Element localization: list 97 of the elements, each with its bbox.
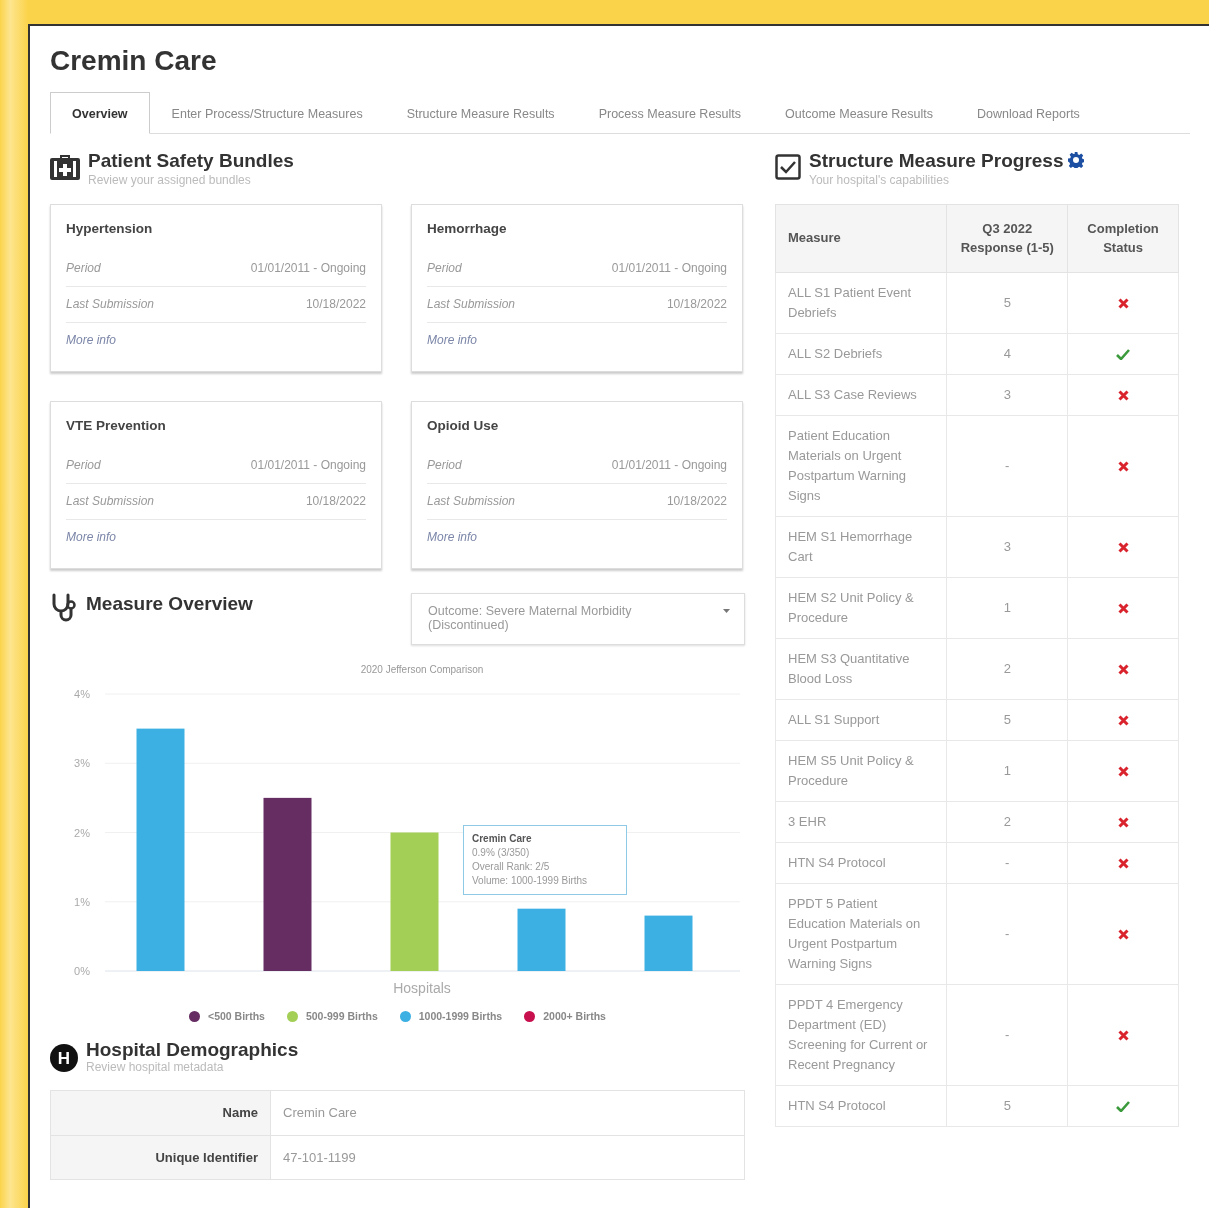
table-cell: HTN S4 Protocol — [775, 842, 947, 884]
table-cell: HTN S4 Protocol — [775, 1085, 947, 1127]
table-cell: 1 — [946, 577, 1068, 639]
legend-label: 500-999 Births — [305, 1008, 378, 1024]
table-cell: 3 — [946, 516, 1068, 578]
field-value: 01/01/2011 - Ongoing — [250, 456, 366, 474]
field-value: 10/18/2022 — [666, 295, 727, 313]
more-info-link[interactable]: More info — [66, 330, 117, 349]
hospital-icon: H — [50, 1044, 78, 1073]
dropdown-select[interactable]: Outcome: Severe Maternal Morbidity (Discontinued) — [411, 592, 745, 645]
table-cell: PPDT 4 Emergency Department (ED) Screening for Current or Recent Pregnancy — [775, 984, 947, 1086]
checkbox-icon — [775, 154, 801, 181]
more-info-link[interactable]: More info — [427, 527, 478, 546]
section-title: Measure Overview — [86, 593, 253, 615]
field-label: Last Submission — [66, 492, 155, 510]
stethoscope-icon — [50, 592, 78, 623]
field-label: Unique Identifier — [50, 1135, 271, 1180]
field-value: 10/18/2022 — [666, 492, 727, 510]
column-header: Measure — [775, 204, 947, 273]
table-cell: PPDT 5 Patient Education Materials on Urgent Postpartum Warning Signs — [775, 883, 947, 985]
tooltip-text: Volume: 1000-1999 Births — [472, 873, 589, 888]
table-cell: 5 — [946, 272, 1068, 334]
table-cell: HEM S2 Unit Policy & Procedure — [775, 577, 947, 639]
chart-title: 2020 Jefferson Comparison — [360, 663, 484, 675]
field-label: Period — [66, 456, 101, 474]
table-cell: 2 — [946, 638, 1068, 700]
table-cell: - — [946, 842, 1068, 884]
bundle-name: Opioid Use — [427, 416, 500, 435]
y-tick-label: 2% — [74, 826, 90, 839]
section-subtitle: Review hospital metadata — [86, 1061, 225, 1075]
table-cell: 3 — [946, 374, 1068, 416]
legend-label: <500 Births — [208, 1008, 265, 1024]
y-tick-label: 0% — [74, 964, 90, 977]
bundle-name: Hemorrhage — [427, 219, 508, 238]
legend-label: 1000-1999 Births — [418, 1008, 503, 1024]
field-label: Name — [50, 1090, 271, 1136]
medical-bag-icon — [50, 154, 80, 181]
tab[interactable]: Outcome Measure Results — [763, 91, 956, 135]
section-title: Hospital Demographics — [86, 1040, 299, 1062]
field-value: 01/01/2011 - Ongoing — [250, 259, 366, 277]
field-label: Last Submission — [427, 492, 516, 510]
table-cell: - — [946, 415, 1068, 517]
tooltip-text: Cremin Care — [472, 831, 533, 846]
gear-icon[interactable] — [1067, 152, 1084, 169]
column-header: Q3 2022 Response (1-5) — [946, 204, 1068, 273]
table-cell: ALL S3 Case Reviews — [775, 374, 947, 416]
x-axis-label: Hospitals — [393, 979, 451, 996]
field-value: 01/01/2011 - Ongoing — [611, 456, 727, 474]
section-subtitle: Your hospital's capabilities — [809, 174, 950, 188]
table-cell: 4 — [946, 333, 1068, 375]
y-tick-label: 4% — [74, 687, 90, 700]
section-title: Structure Measure Progress — [809, 151, 1064, 173]
field-label: Last Submission — [66, 295, 155, 313]
column-header: Completion Status — [1067, 204, 1179, 273]
table-cell: HEM S3 Quantitative Blood Loss — [775, 638, 947, 700]
y-tick-label: 1% — [74, 895, 90, 908]
field-value: 01/01/2011 - Ongoing — [611, 259, 727, 277]
bar — [517, 908, 566, 971]
table-cell: ALL S2 Debriefs — [775, 333, 947, 375]
field-value: 10/18/2022 — [305, 295, 366, 313]
table-cell: - — [946, 883, 1068, 985]
table-cell: ALL S1 Support — [775, 699, 947, 741]
table-cell: HEM S5 Unit Policy & Procedure — [775, 740, 947, 802]
more-info-link[interactable]: More info — [66, 527, 117, 546]
field-label: Last Submission — [427, 295, 516, 313]
table-cell: 3 EHR — [775, 801, 947, 843]
table-cell: 1 — [946, 740, 1068, 802]
bundle-name: VTE Prevention — [66, 416, 167, 435]
section-title: Patient Safety Bundles — [88, 151, 294, 173]
table-cell: - — [946, 984, 1068, 1086]
legend-label: 2000+ Births — [543, 1008, 606, 1024]
tab[interactable]: Structure Measure Results — [384, 91, 577, 135]
app-title: Cremin Care — [50, 44, 218, 78]
tab[interactable]: Process Measure Results — [576, 91, 764, 135]
table-cell: 2 — [946, 801, 1068, 843]
caret-icon — [723, 608, 730, 613]
table-cell: Patient Education Materials on Urgent Postpartum Warning Signs — [775, 415, 947, 517]
more-info-link[interactable]: More info — [427, 330, 478, 349]
y-tick-label: 3% — [74, 756, 90, 769]
bundle-name: Hypertension — [66, 219, 154, 238]
tab[interactable]: Overview — [50, 91, 150, 135]
field-value: Cremin Care — [270, 1090, 745, 1136]
field-label: Period — [427, 259, 462, 277]
table-cell: 5 — [946, 1085, 1068, 1127]
bar — [644, 915, 693, 971]
table-cell: HEM S1 Hemorrhage Cart — [775, 516, 947, 578]
tooltip-text: Overall Rank: 2/5 — [472, 859, 551, 874]
field-label: Period — [66, 259, 101, 277]
tab[interactable]: Enter Process/Structure Measures — [149, 91, 385, 135]
table-cell: ALL S1 Patient Event Debriefs — [775, 272, 947, 334]
field-value: 47-101-1199 — [270, 1135, 745, 1180]
table-cell: 5 — [946, 699, 1068, 741]
field-value: 10/18/2022 — [305, 492, 366, 510]
tab[interactable]: Download Reports — [955, 91, 1102, 135]
field-label: Period — [427, 456, 462, 474]
tooltip-text: 0.9% (3/350) — [472, 845, 531, 860]
section-subtitle: Review your assigned bundles — [88, 174, 252, 188]
